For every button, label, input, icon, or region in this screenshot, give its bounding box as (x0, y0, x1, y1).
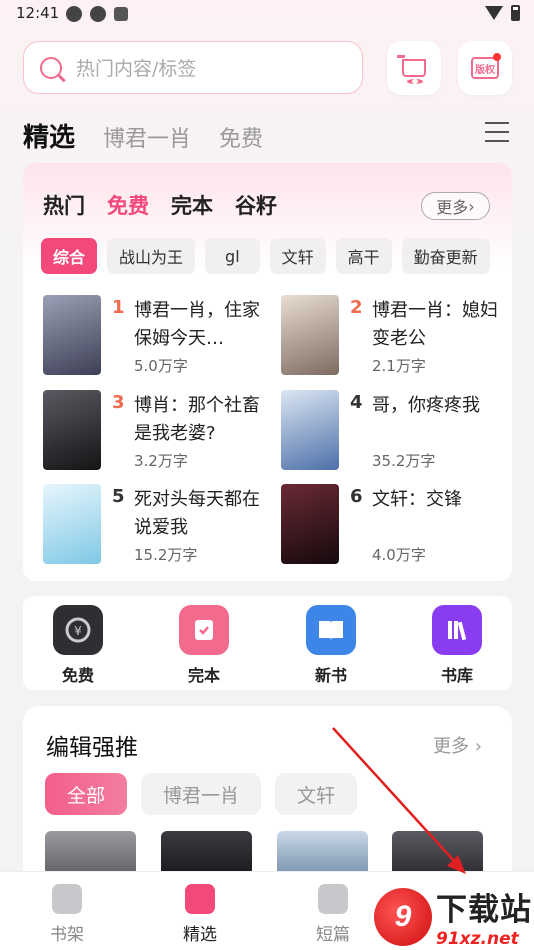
quick-link-label: 完本 (187, 666, 220, 685)
status-bar: 12:41 (0, 0, 534, 30)
nav-label: 精选 (183, 925, 217, 945)
cart-icon (397, 55, 426, 84)
filter-chip[interactable]: 全部 (45, 773, 128, 815)
book-word-count: 5.0万字 (134, 357, 188, 375)
more-link[interactable]: 更多 › (433, 732, 482, 758)
book-rank: 5 (112, 486, 125, 507)
library-icon (432, 605, 482, 655)
book-item[interactable]: 4 哥，你疼疼我 35.2万字 (281, 390, 511, 472)
filter-chip[interactable]: 博君一肖 (141, 773, 262, 815)
nav-short[interactable]: 短篇 (293, 884, 373, 945)
tag-chip[interactable]: 文轩 (269, 238, 326, 274)
hot-ranking-card: 热门 免费 完本 谷籽 更多 › 综合 战山为王 gl 文轩 高干 勤奋更新 1 … (23, 163, 512, 581)
main-tabs: 精选 博君一肖 免费 (23, 117, 263, 154)
quick-link-label: 书库 (440, 666, 473, 685)
book-item[interactable]: 6 文轩：交锋 4.0万字 (281, 484, 511, 566)
menu-icon[interactable] (485, 122, 509, 142)
free-icon: ¥ (53, 605, 103, 655)
tag-chip[interactable]: 高干 (335, 238, 392, 274)
quick-link-free[interactable]: ¥ 免费 (38, 605, 118, 686)
wifi-icon (485, 6, 503, 20)
tab-bojunyixiao[interactable]: 博君一肖 (103, 121, 191, 153)
book-rank: 4 (350, 392, 363, 413)
search-input[interactable]: 热门内容/标签 (23, 41, 363, 94)
notification-dot (493, 53, 501, 61)
book-title: 文轩：交锋 (372, 489, 462, 510)
book-item[interactable]: 3 博肖：那个社畜是我老婆? 3.2万字 (43, 390, 273, 472)
book-word-count: 4.0万字 (372, 546, 426, 564)
complete-icon (179, 605, 229, 655)
book-item[interactable]: 2 博君一肖：媳妇变老公 2.1万字 (281, 295, 511, 377)
book-title: 博君一肖，住家保姆今天… (134, 300, 260, 349)
cart-button[interactable] (387, 41, 441, 95)
svg-text:¥: ¥ (74, 624, 82, 638)
book-word-count: 35.2万字 (372, 452, 436, 470)
book-cover (43, 390, 101, 470)
copyright-button[interactable]: 版权 (458, 41, 512, 95)
watermark-title: 下载站 (436, 892, 532, 928)
book-word-count: 15.2万字 (134, 546, 198, 564)
nav-featured[interactable]: 精选 (160, 884, 240, 945)
chevron-right-icon: › (468, 196, 475, 216)
book-title: 博君一肖：媳妇变老公 (372, 300, 498, 349)
star-icon (185, 884, 215, 914)
book-rank: 3 (112, 392, 125, 413)
search-placeholder: 热门内容/标签 (76, 58, 197, 80)
nav-bookshelf[interactable]: 书架 (27, 884, 107, 945)
book-cover (43, 484, 101, 564)
notification-icon (114, 7, 128, 21)
bookshelf-icon (52, 884, 82, 914)
quick-link-label: 免费 (61, 666, 94, 685)
filter-chip[interactable]: 文轩 (275, 773, 358, 815)
book-title: 博肖：那个社畜是我老婆? (134, 395, 260, 444)
book-cover (281, 390, 339, 470)
watermark-url: 91xz.net (436, 929, 519, 949)
watermark-logo: 9 (374, 887, 432, 946)
book-title: 死对头每天都在说爱我 (134, 489, 260, 538)
book-rank: 1 (112, 297, 125, 318)
tab-free[interactable]: 免费 (219, 121, 263, 153)
book-word-count: 3.2万字 (134, 452, 188, 470)
book-cover (281, 484, 339, 564)
book-cover (43, 295, 101, 375)
tag-chip[interactable]: 勤奋更新 (401, 238, 490, 274)
tag-chip[interactable]: gl (205, 238, 260, 274)
quick-link-complete[interactable]: 完本 (164, 605, 244, 686)
quick-links: ¥ 免费 完本 新书 书库 (23, 596, 512, 690)
category-merch[interactable]: 谷籽 (235, 190, 277, 220)
new-book-icon (306, 605, 356, 655)
book-rank: 2 (350, 297, 363, 318)
book-word-count: 2.1万字 (372, 357, 426, 375)
short-story-icon (318, 884, 348, 914)
quick-link-label: 新书 (314, 666, 347, 685)
tag-chip[interactable]: 综合 (41, 238, 98, 274)
book-cover (281, 295, 339, 375)
book-title: 哥，你疼疼我 (372, 395, 480, 416)
book-rank: 6 (350, 486, 363, 507)
quick-link-library[interactable]: 书库 (417, 605, 497, 686)
tab-featured[interactable]: 精选 (23, 117, 75, 154)
notification-icon (66, 6, 82, 22)
section-title: 编辑强推 (46, 735, 138, 761)
nav-label: 短篇 (316, 925, 350, 945)
tag-chip[interactable]: 战山为王 (107, 238, 196, 274)
book-item[interactable]: 1 博君一肖，住家保姆今天… 5.0万字 (43, 295, 273, 377)
watermark: 9 下载站 91xz.net (374, 884, 532, 949)
category-free[interactable]: 免费 (107, 190, 149, 220)
search-icon (40, 56, 62, 79)
book-item[interactable]: 5 死对头每天都在说爱我 15.2万字 (43, 484, 273, 566)
category-complete[interactable]: 完本 (171, 190, 213, 220)
nav-label: 书架 (50, 925, 84, 945)
more-button[interactable]: 更多 › (421, 192, 490, 220)
more-label: 更多 (436, 198, 469, 217)
category-hot[interactable]: 热门 (43, 190, 85, 220)
chevron-right-icon: › (474, 736, 482, 757)
status-time: 12:41 (16, 4, 60, 22)
battery-icon (511, 5, 520, 21)
quick-link-new-book[interactable]: 新书 (291, 605, 371, 686)
more-label: 更多 (433, 736, 470, 757)
notification-icon (90, 6, 106, 22)
